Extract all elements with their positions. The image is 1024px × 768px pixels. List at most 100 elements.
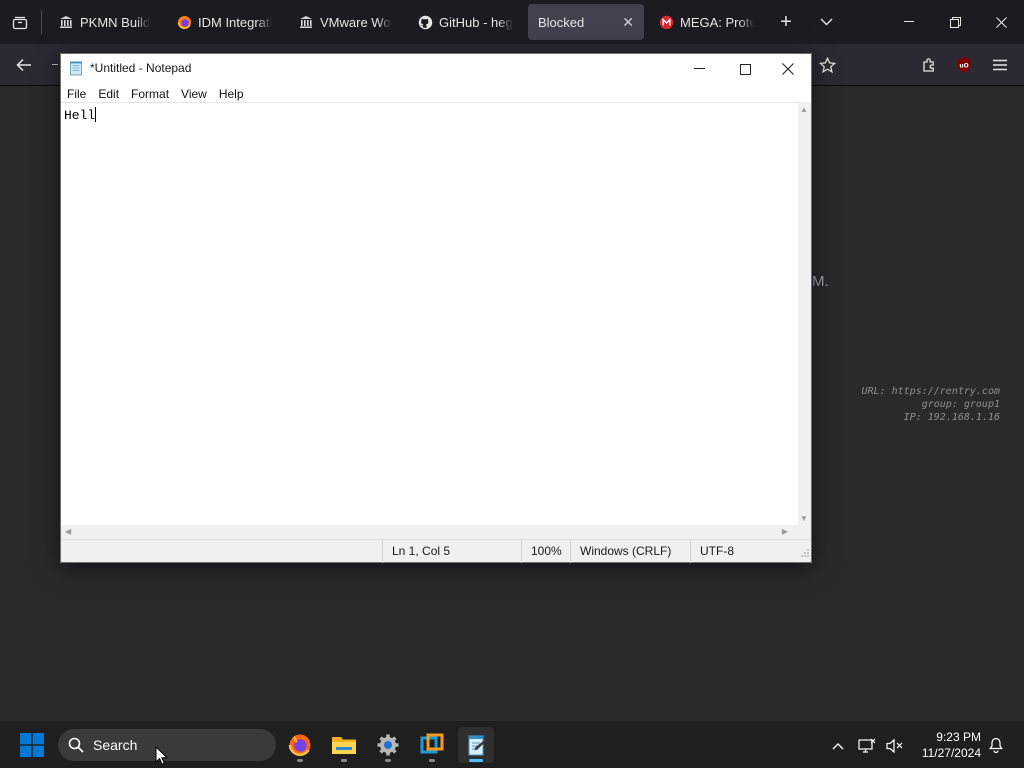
- vmware-icon: [420, 733, 444, 754]
- notepad-menu-bar: File Edit Format View Help: [61, 84, 811, 104]
- chevron-up-icon: [832, 743, 844, 750]
- notepad-close-button[interactable]: [765, 54, 811, 84]
- quick-settings-button[interactable]: [858, 735, 904, 757]
- windows-logo-icon: [20, 733, 44, 757]
- clock-time: 9:23 PM: [936, 730, 981, 744]
- tab-list-icon[interactable]: [8, 12, 32, 32]
- browser-restore-button[interactable]: [932, 0, 978, 44]
- notepad-title-bar[interactable]: *Untitled - Notepad: [61, 54, 811, 84]
- notepad-text-content: Hell: [64, 107, 97, 123]
- running-indicator: [429, 759, 435, 762]
- arrow-left-icon: [16, 58, 31, 72]
- mega-icon: [658, 14, 674, 30]
- clock-date: 11/27/2024: [921, 746, 981, 760]
- status-zoom: 100%: [521, 540, 562, 563]
- search-label: Search: [93, 737, 138, 753]
- scroll-up-arrow-icon[interactable]: ▲: [800, 105, 808, 114]
- tab-blocked[interactable]: Blocked ✕: [528, 4, 644, 40]
- running-indicator: [469, 759, 483, 762]
- tab-bar-divider: [41, 10, 42, 34]
- browser-close-button[interactable]: [978, 0, 1024, 44]
- minimize-icon: [693, 68, 705, 69]
- taskbar-vmware[interactable]: [414, 727, 450, 763]
- menu-button[interactable]: [987, 52, 1013, 78]
- firefox-icon: [288, 734, 311, 757]
- file-explorer-icon: [332, 737, 356, 754]
- museum-icon: [58, 14, 74, 30]
- partial-heading-text: M.: [812, 273, 829, 290]
- notepad-icon: [468, 735, 487, 756]
- tab-label: PKMN Build M: [80, 14, 150, 30]
- start-button[interactable]: [14, 727, 50, 763]
- hamburger-icon: [993, 59, 1007, 71]
- browser-minimize-button[interactable]: [886, 0, 932, 44]
- list-all-tabs-button[interactable]: [814, 10, 838, 34]
- info-url: URL: https://rentry.com: [861, 386, 1000, 397]
- tab-label: VMware Work: [320, 14, 392, 30]
- puzzle-icon: [923, 58, 934, 72]
- back-button[interactable]: [10, 52, 38, 78]
- notepad-minimize-button[interactable]: [676, 54, 722, 84]
- status-line-endings: Windows (CRLF): [570, 540, 671, 563]
- scroll-down-arrow-icon[interactable]: ▼: [800, 514, 808, 523]
- taskbar-file-explorer[interactable]: [326, 727, 362, 763]
- museum-icon: [298, 14, 314, 30]
- search-icon: [68, 737, 84, 753]
- notepad-status-bar: Ln 1, Col 5 100% Windows (CRLF) UTF-8: [61, 539, 811, 563]
- tab-label: IDM Integratio: [198, 14, 272, 30]
- tab-label: Blocked: [538, 14, 585, 30]
- scroll-right-arrow-icon[interactable]: ▶: [782, 527, 788, 536]
- text-caret: [95, 107, 97, 122]
- firefox-icon: [176, 14, 192, 30]
- browser-tab-bar: PKMN Build M IDM Integratio VMware Work …: [0, 0, 1024, 44]
- running-indicator: [341, 759, 347, 762]
- bookmark-star-button[interactable]: [814, 52, 840, 78]
- minimize-icon: [904, 21, 914, 22]
- notepad-app-icon: [69, 61, 84, 76]
- ublock-shield-icon: uO: [957, 57, 971, 73]
- tab-pkmn-build[interactable]: PKMN Build M: [48, 4, 160, 40]
- taskbar-notepad[interactable]: [458, 727, 494, 763]
- menu-file[interactable]: File: [61, 84, 92, 104]
- taskbar-clock[interactable]: 9:23 PM 11/27/2024: [922, 729, 981, 761]
- info-group: group: group1: [921, 399, 1000, 410]
- volume-muted-icon: [886, 738, 903, 754]
- notepad-title: *Untitled - Notepad: [90, 61, 192, 75]
- scrollbar-corner: [798, 525, 811, 539]
- taskbar-firefox[interactable]: [282, 727, 318, 763]
- new-tab-button[interactable]: +: [774, 10, 798, 34]
- menu-format[interactable]: Format: [125, 84, 175, 104]
- scroll-left-arrow-icon[interactable]: ◀: [65, 527, 71, 536]
- close-tab-icon[interactable]: ✕: [622, 14, 634, 31]
- tab-github[interactable]: GitHub - hegc: [407, 4, 523, 40]
- ublock-origin-button[interactable]: uO: [951, 52, 977, 78]
- notepad-text-area[interactable]: Hell: [61, 102, 798, 525]
- settings-icon: [377, 734, 399, 756]
- network-icon: [858, 738, 876, 753]
- close-icon: [782, 63, 794, 75]
- close-icon: [995, 16, 1007, 28]
- document-text: Hell: [64, 108, 96, 123]
- maximize-icon: [739, 63, 751, 75]
- status-cursor-position: Ln 1, Col 5: [382, 540, 450, 563]
- notepad-maximize-button[interactable]: [722, 54, 768, 84]
- tab-mega[interactable]: MEGA: Protec: [648, 4, 764, 40]
- svg-text:uO: uO: [959, 63, 968, 70]
- restore-icon: [949, 16, 961, 28]
- tab-vmware-workstation[interactable]: VMware Work: [288, 4, 402, 40]
- extensions-button[interactable]: [916, 52, 942, 78]
- show-hidden-icons-button[interactable]: [828, 736, 848, 756]
- chevron-down-icon: [820, 18, 832, 26]
- horizontal-scrollbar[interactable]: ◀ ▶: [61, 525, 798, 539]
- menu-help[interactable]: Help: [213, 84, 250, 104]
- windows-taskbar: Search 9:23 PM 11/27/2024: [0, 720, 1024, 768]
- bell-icon: [989, 737, 1003, 753]
- taskbar-settings[interactable]: [370, 727, 406, 763]
- resize-grip-icon[interactable]: [800, 547, 810, 561]
- menu-edit[interactable]: Edit: [92, 84, 125, 104]
- mouse-pointer-icon: [155, 746, 168, 765]
- tab-idm-integration[interactable]: IDM Integratio: [166, 4, 282, 40]
- notifications-button[interactable]: [986, 735, 1006, 755]
- vertical-scrollbar[interactable]: ▲ ▼: [798, 102, 811, 525]
- menu-view[interactable]: View: [175, 84, 213, 104]
